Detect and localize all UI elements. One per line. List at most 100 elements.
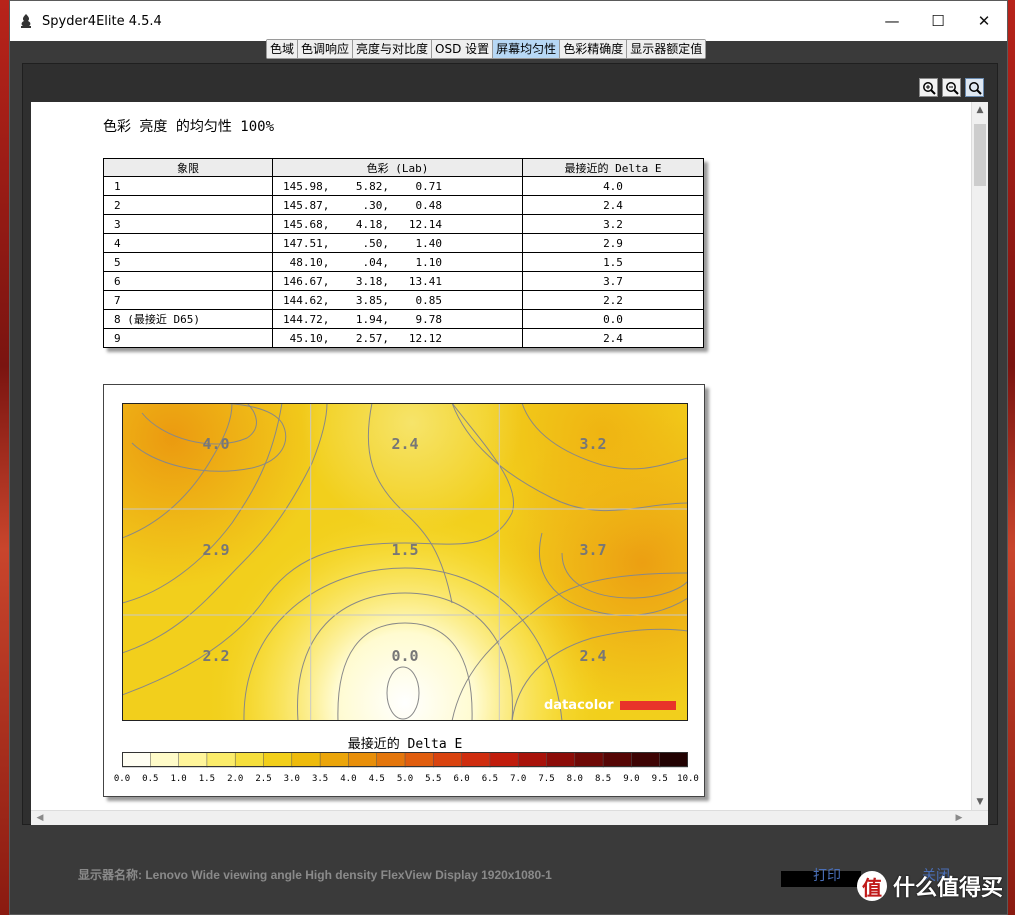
delta-e-legend (122, 752, 688, 768)
lab-cell: 48.10, .04, 1.10 (272, 252, 523, 272)
delta-e-cell: 4.0 (522, 176, 704, 196)
legend-swatch (461, 752, 491, 768)
legend-tick-label: 9.5 (652, 774, 668, 784)
maximize-button[interactable]: ☐ (915, 1, 961, 41)
uniformity-contour-map: 4.0 2.4 3.2 2.9 1.5 3.7 2.2 0.0 2.4 data… (122, 403, 688, 721)
legend-tick-label: 6.0 (453, 774, 469, 784)
legend-tick-label: 5.0 (397, 774, 413, 784)
quadrant-cell: 8 (最接近 D65) (103, 309, 273, 329)
quadrant-3-value: 3.2 (579, 435, 606, 453)
display-name-caption: 显示器名称: (78, 868, 142, 882)
legend-swatch (319, 752, 350, 768)
tab-tone-response[interactable]: 色调响应 (298, 40, 354, 58)
legend-tick-label: 4.5 (369, 774, 385, 784)
delta-e-cell: 2.9 (522, 233, 704, 253)
quadrant-2-value: 2.4 (391, 435, 418, 453)
app-window: Spyder4Elite 4.5.4 — ☐ ✕ 色域 色调响应 亮度与对比度 … (9, 0, 1008, 915)
lab-cell: 145.87, .30, 0.48 (272, 195, 523, 215)
spyder-app-icon (21, 14, 31, 28)
horizontal-scrollbar[interactable]: ◀ ▶ (31, 810, 988, 825)
delta-e-cell: 0.0 (522, 309, 704, 329)
legend-swatch (602, 752, 633, 768)
delta-e-cell: 1.5 (522, 252, 704, 272)
quadrant-1-value: 4.0 (202, 435, 229, 453)
desktop-wallpaper-right (1007, 0, 1015, 915)
legend-title: 最接近的 Delta E (347, 737, 463, 752)
legend-tick-label: 3.0 (284, 774, 300, 784)
tab-color-accuracy[interactable]: 色彩精确度 (560, 40, 628, 58)
legend-tick-label: 8.5 (595, 774, 611, 784)
display-name-value: Lenovo Wide viewing angle High density F… (145, 868, 552, 882)
table-row: 7 144.62, 3.85, 0.85 2.2 (103, 290, 704, 310)
legend-swatch (122, 752, 152, 768)
uniformity-table: 象限 色彩 (Lab) 最接近的 Delta E 1 145.98, 5.82, … (103, 158, 704, 348)
datacolor-logo: datacolor (544, 698, 614, 713)
quadrant-cell: 5 (103, 252, 273, 272)
zoom-out-icon[interactable] (942, 78, 961, 97)
window-title: Spyder4Elite 4.5.4 (42, 13, 162, 29)
tab-osd-settings[interactable]: OSD 设置 (432, 40, 494, 58)
table-row: 3 145.68, 4.18, 12.14 3.2 (103, 214, 704, 234)
report-document: 色彩 亮度 的均匀性 100% 象限 色彩 (Lab) 最接近的 Delta E… (31, 102, 971, 824)
lab-cell: 144.72, 1.94, 9.78 (272, 309, 523, 329)
legend-swatch (150, 752, 180, 768)
quadrant-5-value: 1.5 (391, 541, 418, 559)
tab-display-rating[interactable]: 显示器额定值 (627, 40, 706, 58)
scroll-right-icon[interactable]: ▶ (952, 811, 966, 825)
legend-tick-label: 2.0 (227, 774, 243, 784)
legend-tick-label: 0.0 (114, 774, 130, 784)
datacolor-logo-bar (620, 701, 676, 710)
print-button[interactable]: 打印 (813, 865, 841, 885)
legend-tick-label: 4.0 (340, 774, 356, 784)
scroll-thumb[interactable] (974, 124, 986, 186)
minimize-button[interactable]: — (869, 1, 915, 41)
legend-swatch (348, 752, 378, 768)
legend-tick-label: 6.5 (482, 774, 498, 784)
legend-swatch (546, 752, 576, 768)
column-header-lab: 色彩 (Lab) (272, 158, 523, 177)
close-window-button[interactable]: ✕ (961, 1, 1007, 41)
table-row: 6 146.67, 3.18, 13.41 3.7 (103, 271, 704, 291)
table-row: 4 147.51, .50, 1.40 2.9 (103, 233, 704, 253)
legend-swatch (263, 752, 293, 768)
lab-cell: 144.62, 3.85, 0.85 (272, 290, 523, 310)
legend-swatch (178, 752, 208, 768)
legend-tick-label: 5.5 (425, 774, 441, 784)
scroll-left-icon[interactable]: ◀ (33, 811, 47, 825)
delta-e-cell: 3.2 (522, 214, 704, 234)
legend-swatch (659, 752, 688, 768)
legend-swatch (517, 752, 548, 768)
title-bar: Spyder4Elite 4.5.4 — ☐ ✕ (10, 1, 1007, 41)
lab-cell: 45.10, 2.57, 12.12 (272, 328, 523, 348)
table-row: 1 145.98, 5.82, 0.71 4.0 (103, 176, 704, 196)
report-title: 色彩 亮度 的均匀性 100% (103, 119, 275, 135)
tab-screen-uniformity[interactable]: 屏幕均匀性 (493, 40, 561, 58)
watermark-text: 什么值得买 (892, 876, 1003, 901)
quadrant-cell: 9 (103, 328, 273, 348)
quadrant-cell: 1 (103, 176, 273, 196)
legend-tick-label: 1.5 (199, 774, 215, 784)
delta-e-cell: 3.7 (522, 271, 704, 291)
column-header-delta-e: 最接近的 Delta E (522, 158, 704, 177)
scroll-down-icon[interactable]: ▼ (972, 794, 988, 810)
legend-swatch (631, 752, 661, 768)
table-row: 2 145.87, .30, 0.48 2.4 (103, 195, 704, 215)
zoom-in-icon[interactable] (919, 78, 938, 97)
legend-swatch (376, 752, 406, 768)
table-row: 8 (最接近 D65) 144.72, 1.94, 9.78 0.0 (103, 309, 704, 329)
legend-tick-label: 10.0 (677, 774, 699, 784)
vertical-scrollbar[interactable]: ▲ ▼ (971, 102, 988, 810)
legend-swatch (234, 752, 265, 768)
legend-tick-label: 9.0 (623, 774, 639, 784)
quadrant-cell: 2 (103, 195, 273, 215)
quadrant-7-value: 2.2 (202, 647, 229, 665)
tab-brightness-contrast[interactable]: 亮度与对比度 (353, 40, 433, 58)
zoom-toolbar (919, 78, 984, 97)
delta-e-cell: 2.4 (522, 195, 704, 215)
display-name-label: 显示器名称: Lenovo Wide viewing angle High de… (78, 866, 552, 883)
zoom-fit-icon[interactable] (965, 78, 984, 97)
scroll-up-icon[interactable]: ▲ (972, 102, 988, 118)
legend-swatch (433, 752, 463, 768)
tab-gamut[interactable]: 色域 (267, 40, 299, 58)
quadrant-cell: 4 (103, 233, 273, 253)
